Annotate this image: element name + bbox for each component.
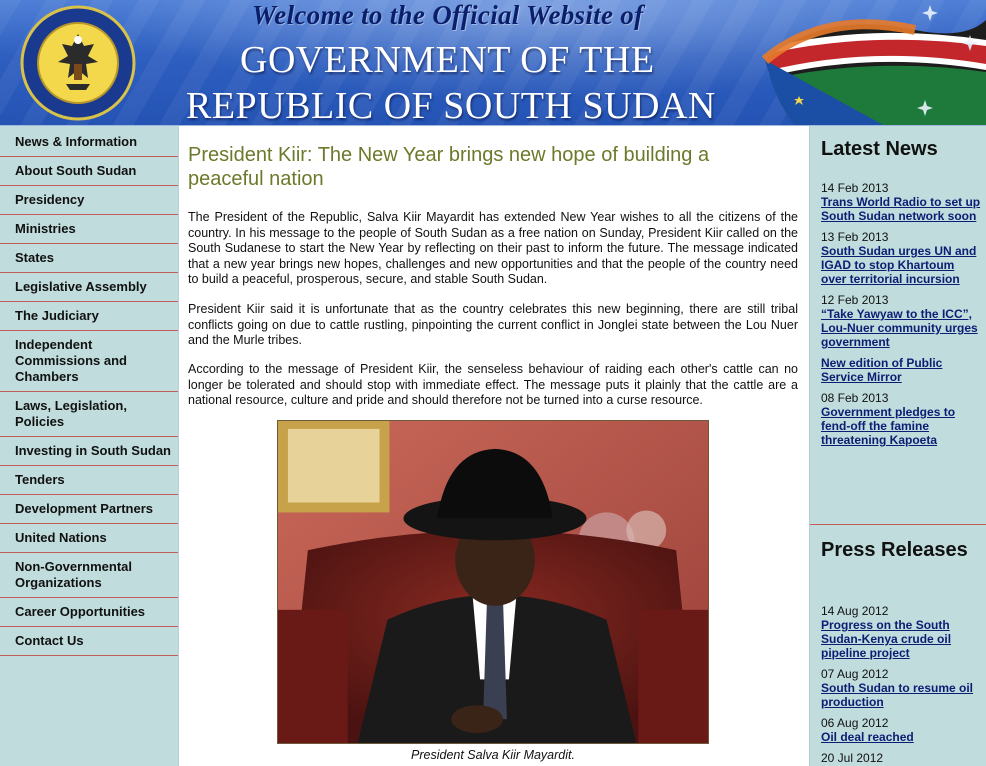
press-releases-list: 14 Aug 2012 Progress on the South Sudan-…: [821, 604, 981, 766]
sidebar-item-investing[interactable]: Investing in South Sudan: [0, 437, 178, 466]
article-title: President Kiir: The New Year brings new …: [188, 144, 710, 190]
coat-of-arms-seal-icon[interactable]: [12, 4, 144, 122]
sidebar-item-laws-legislation-policies[interactable]: Laws, Legislation, Policies: [0, 392, 178, 437]
list-item: 14 Feb 2013 Trans World Radio to set up …: [821, 181, 981, 223]
site-title-line-2: REPUBLIC OF SOUTH SUDAN: [186, 85, 716, 126]
list-item: 14 Aug 2012 Progress on the South Sudan-…: [821, 604, 981, 660]
news-date: 13 Feb 2013: [821, 230, 889, 244]
news-date: 14 Feb 2013: [821, 181, 889, 195]
section-divider: [810, 524, 986, 525]
list-item: 13 Feb 2013 South Sudan urges UN and IGA…: [821, 230, 981, 286]
list-item: 06 Aug 2012 Oil deal reached: [821, 716, 981, 744]
news-date: 14 Aug 2012: [821, 604, 889, 618]
sidebar-item-contact-us[interactable]: Contact Us: [0, 627, 178, 656]
sidebar-item-the-judiciary[interactable]: The Judiciary: [0, 302, 178, 331]
sidebar-item-tenders[interactable]: Tenders: [0, 466, 178, 495]
sidebar-nav: News & Information About South Sudan Pre…: [0, 126, 179, 766]
president-photo: [277, 420, 709, 744]
site-header: Welcome to the Official Website of GOVER…: [0, 0, 986, 126]
list-item: 20 Jul 2012: [821, 751, 981, 765]
news-link[interactable]: South Sudan urges UN and IGAD to stop Kh…: [821, 244, 981, 286]
list-item: 12 Feb 2013 “Take Yawyaw to the ICC”, Lo…: [821, 293, 981, 349]
sidebar-item-united-nations[interactable]: United Nations: [0, 524, 178, 553]
sidebar-item-ngos[interactable]: Non-Governmental Organizations: [0, 553, 178, 598]
news-link[interactable]: Oil deal reached: [821, 730, 981, 744]
list-item: 07 Aug 2012 South Sudan to resume oil pr…: [821, 667, 981, 709]
news-link[interactable]: Government pledges to fend-off the famin…: [821, 405, 981, 447]
news-link[interactable]: South Sudan to resume oil production: [821, 681, 981, 709]
news-date: 07 Aug 2012: [821, 667, 889, 681]
news-link[interactable]: Trans World Radio to set up South Sudan …: [821, 195, 981, 223]
article-paragraph-1: The President of the Republic, Salva Kii…: [188, 210, 798, 286]
welcome-text: Welcome to the Official Website of: [252, 0, 644, 30]
site-title-line-1: GOVERNMENT OF THE: [240, 39, 655, 81]
main-content: President Kiir: The New Year brings new …: [180, 126, 808, 766]
sidebar-item-presidency[interactable]: Presidency: [0, 186, 178, 215]
news-date: 20 Jul 2012: [821, 751, 884, 765]
south-sudan-flag-icon: [761, 5, 986, 125]
news-date: 06 Aug 2012: [821, 716, 889, 730]
news-date: 12 Feb 2013: [821, 293, 889, 307]
latest-news-heading: Latest News: [821, 138, 938, 160]
article-paragraph-3: According to the message of President Ki…: [188, 362, 798, 407]
news-date: 08 Feb 2013: [821, 391, 889, 405]
sidebar-item-ministries[interactable]: Ministries: [0, 215, 178, 244]
sidebar-menu: News & Information About South Sudan Pre…: [0, 126, 178, 656]
article-paragraph-2: President Kiir said it is unfortunate th…: [188, 302, 798, 347]
press-releases-heading: Press Releases: [821, 539, 968, 561]
sidebar-item-states[interactable]: States: [0, 244, 178, 273]
sidebar-item-about-south-sudan[interactable]: About South Sudan: [0, 157, 178, 186]
list-item: 08 Feb 2013 Government pledges to fend-o…: [821, 391, 981, 447]
sidebar-item-development-partners[interactable]: Development Partners: [0, 495, 178, 524]
list-item: New edition of Public Service Mirror: [821, 356, 981, 384]
news-link[interactable]: New edition of Public Service Mirror: [821, 356, 981, 384]
sidebar-item-independent-commissions[interactable]: Independent Commissions and Chambers: [0, 331, 178, 392]
latest-news-list: 14 Feb 2013 Trans World Radio to set up …: [821, 181, 981, 454]
news-link[interactable]: “Take Yawyaw to the ICC”, Lou-Nuer commu…: [821, 307, 981, 349]
sidebar-item-news-information[interactable]: News & Information: [0, 126, 178, 157]
sidebar-item-legislative-assembly[interactable]: Legislative Assembly: [0, 273, 178, 302]
news-link[interactable]: Progress on the South Sudan-Kenya crude …: [821, 618, 981, 660]
right-column: Latest News 14 Feb 2013 Trans World Radi…: [809, 126, 986, 766]
sidebar-item-career-opportunities[interactable]: Career Opportunities: [0, 598, 178, 627]
photo-caption: President Salva Kiir Mayardit.: [411, 748, 575, 762]
